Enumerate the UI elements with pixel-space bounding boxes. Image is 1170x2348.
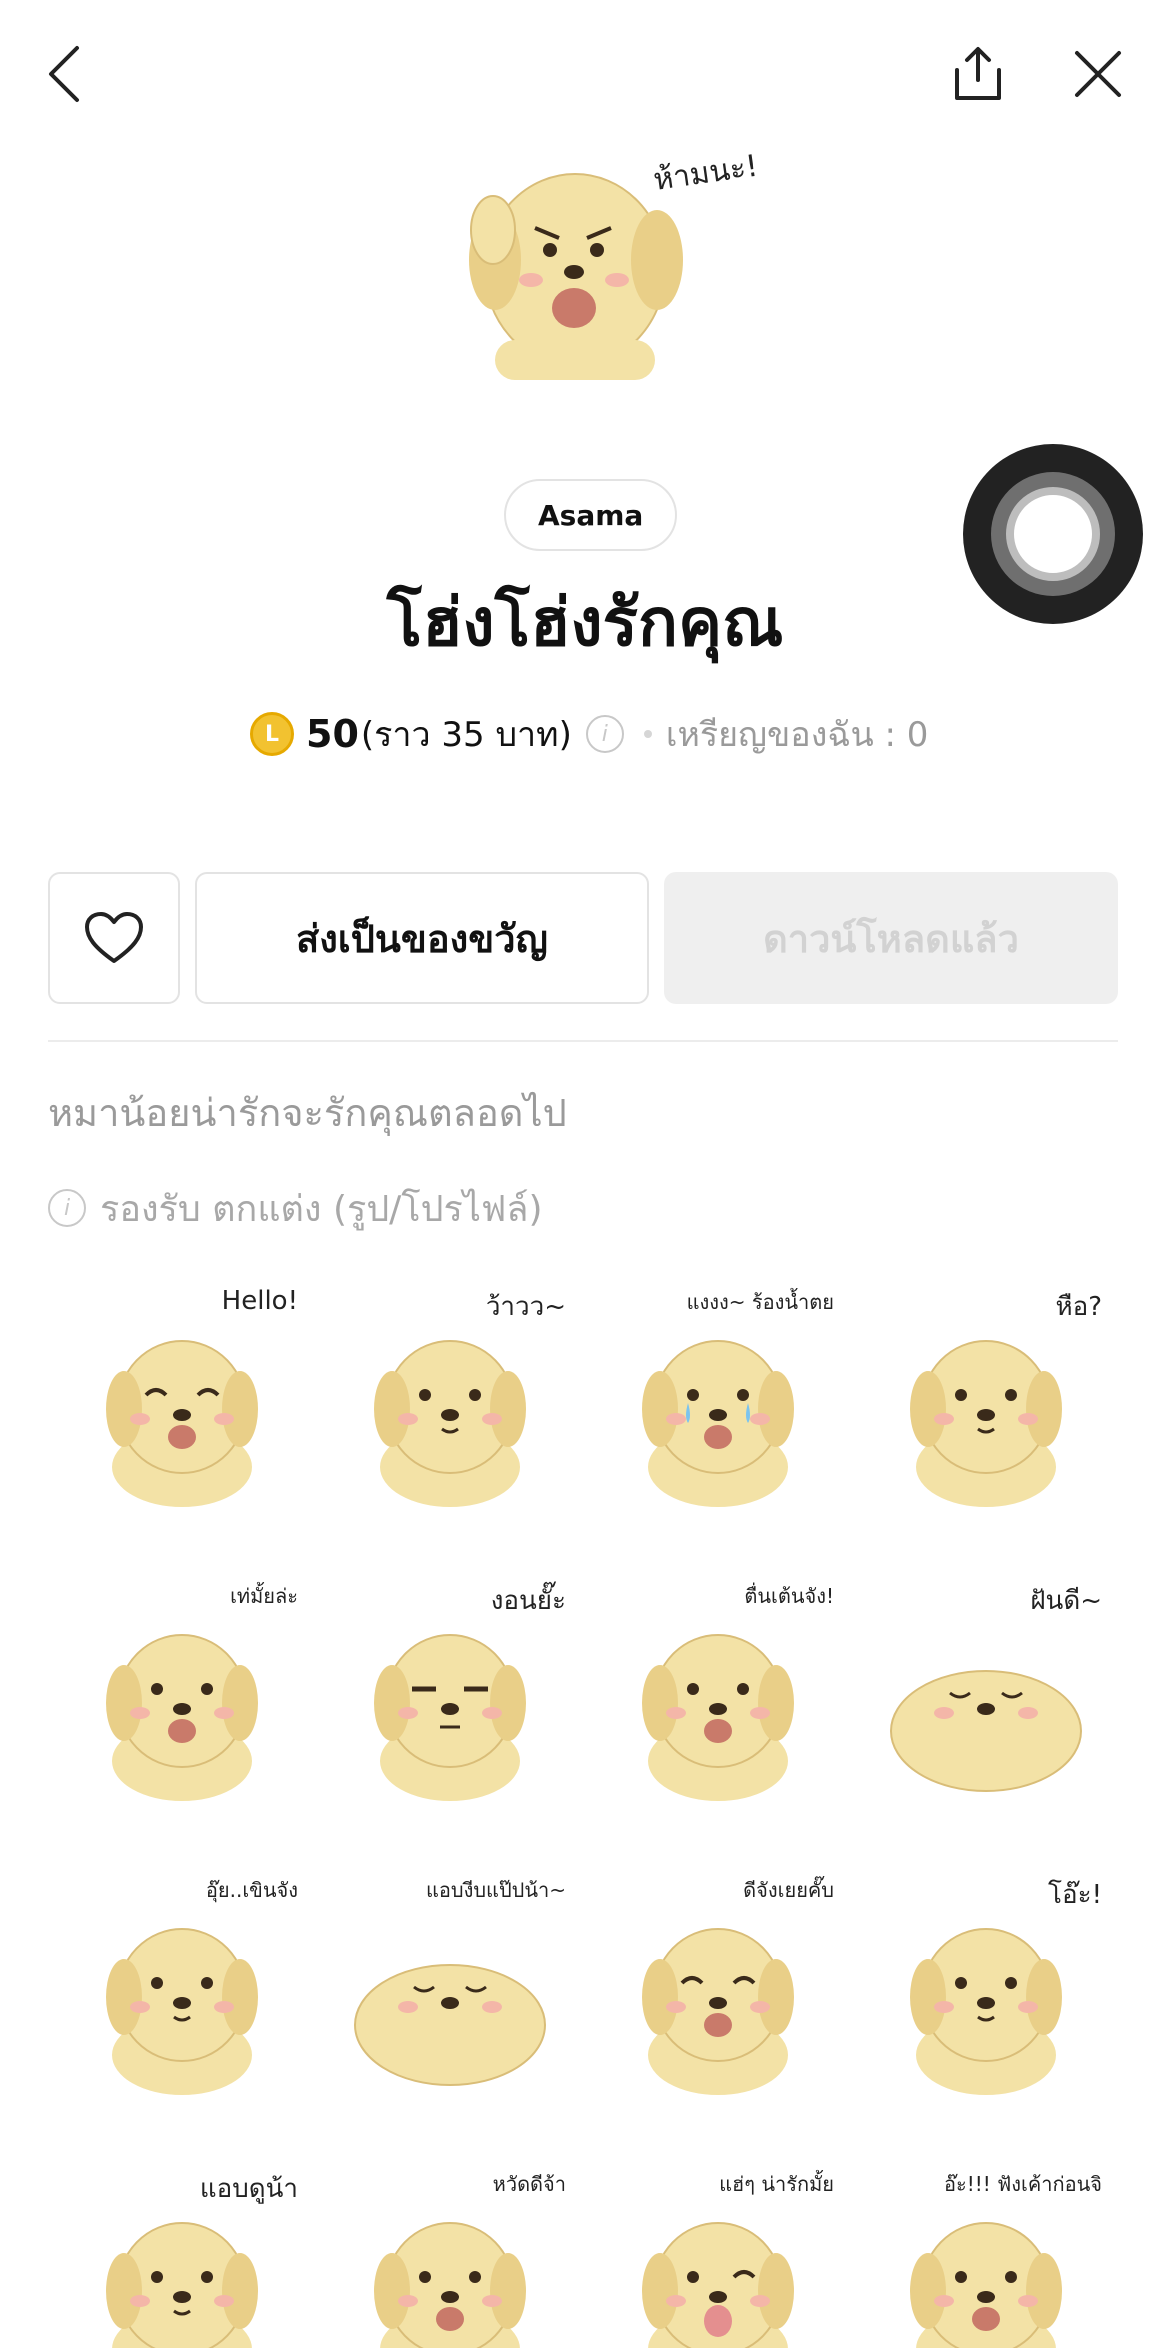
sticker-item[interactable]: อ๊ะ!!! ฟังเค้าก่อนจิ (852, 2142, 1120, 2348)
chevron-left-icon (49, 46, 79, 102)
sticker-caption: แงงง~ ร้องน้ำตย (686, 1290, 834, 1314)
favorite-button[interactable] (48, 872, 180, 1004)
page-title: โฮ่งโฮ่งรักคุณ (386, 584, 784, 661)
sticker-item[interactable]: ตื่นเต้นจัง! (584, 1554, 852, 1848)
puppy-sticker-image (642, 1634, 794, 1801)
sticker-item[interactable]: โอ๊ะ! (852, 1848, 1120, 2142)
sticker-caption: หวัดดีจ้า (492, 2172, 566, 2196)
sticker-item[interactable]: ดีจังเยยคั๊บ (584, 1848, 852, 2142)
sticker-caption: ดีจังเยยคั๊บ (743, 1878, 834, 1902)
puppy-sticker-image (354, 1964, 546, 2086)
sticker-item[interactable]: แฮ่ๆ น่ารักมั้ย (584, 2142, 852, 2348)
sticker-grid: Hello! ว้าวว~ แงงง~ ร้องน้ำตย หือ? เท่มั้ยล่… (48, 1260, 1120, 2348)
share-button[interactable] (940, 36, 1016, 112)
sticker-caption: หือ? (1055, 1292, 1102, 1322)
puppy-sticker-image (106, 1340, 258, 1507)
separator-dot (643, 730, 652, 738)
sticker-item[interactable]: แอบงีบแป๊ปน้า~ (316, 1848, 584, 2142)
sticker-item[interactable]: เท่มั้ยล่ะ (48, 1554, 316, 1848)
divider (48, 1040, 1118, 1042)
sticker-caption: อ๊ะ!!! ฟังเค้าก่อนจิ (943, 2172, 1102, 2196)
sticker-item[interactable]: แงงง~ ร้องน้ำตย (584, 1260, 852, 1554)
back-button[interactable] (30, 36, 100, 112)
sticker-description: หมาน้อยน่ารักจะรักคุณตลอดไป (48, 1091, 567, 1135)
puppy-sticker-image (642, 1928, 794, 2095)
sticker-caption: Hello! (221, 1286, 298, 1316)
support-note-text: รองรับ ตกแต่ง (รูป/โปรไฟล์) (100, 1188, 543, 1230)
sticker-caption: ฝันดี~ (1030, 1586, 1102, 1616)
close-button[interactable] (1060, 36, 1136, 112)
sticker-item[interactable]: แอบดูน้า (48, 2142, 316, 2348)
share-icon (955, 47, 1001, 100)
sticker-item[interactable]: อุ๊ย..เขินจัง (48, 1848, 316, 2142)
line-coin-icon: L (250, 712, 294, 756)
sticker-caption: อุ๊ย..เขินจัง (205, 1878, 298, 1902)
price-row: L 50 (ราว 35 บาท) i เหรียญของฉัน : 0 (250, 706, 928, 762)
my-coins-balance: เหรียญของฉัน : 0 (665, 715, 929, 755)
puppy-sticker-image (106, 1634, 258, 1801)
send-as-gift-button[interactable]: ส่งเป็นของขวัญ (195, 872, 649, 1004)
price-approx: (ราว 35 บาท) (360, 715, 572, 755)
sticker-caption: แอบงีบแป๊ปน้า~ (426, 1878, 566, 1902)
sticker-item[interactable]: หือ? (852, 1260, 1120, 1554)
sticker-caption: งอนยั๊ะ (490, 1586, 566, 1616)
sticker-item[interactable]: ว้าวว~ (316, 1260, 584, 1554)
sticker-item[interactable]: งอนยั๊ะ (316, 1554, 584, 1848)
hero-caption: ห้ามนะ! (651, 149, 755, 198)
downloaded-button: ดาวน์โหลดแล้ว (664, 872, 1118, 1004)
price-amount: 50 (306, 712, 359, 756)
close-icon (1075, 51, 1121, 97)
sticker-caption: แอบดูน้า (199, 2174, 298, 2204)
puppy-sticker-image: ห้ามนะ! (469, 149, 760, 380)
sticker-item[interactable]: หวัดดีจ้า (316, 2142, 584, 2348)
sticker-item[interactable]: ฝันดี~ (852, 1554, 1120, 1848)
puppy-sticker-image (106, 1928, 258, 2095)
puppy-sticker-image (642, 1340, 794, 1507)
sticker-caption: แฮ่ๆ น่ารักมั้ย (719, 2172, 834, 2196)
sticker-item[interactable]: Hello! (48, 1260, 316, 1554)
sticker-caption: เท่มั้ยล่ะ (230, 1584, 298, 1608)
info-icon: i (48, 1189, 86, 1227)
author-badge[interactable]: Asama (504, 479, 678, 551)
top-bar (0, 0, 1170, 150)
sticker-caption: โอ๊ะ! (1048, 1880, 1102, 1910)
sticker-caption: ว้าวว~ (485, 1292, 566, 1322)
price-info-icon[interactable]: i (585, 715, 624, 753)
heart-icon (85, 912, 143, 963)
support-note: i รองรับ ตกแต่ง (รูป/โปรไฟล์) (48, 1180, 543, 1236)
sticker-caption: ตื่นเต้นจัง! (744, 1584, 834, 1608)
main-sticker-preview: ห้ามนะ! (435, 130, 760, 390)
